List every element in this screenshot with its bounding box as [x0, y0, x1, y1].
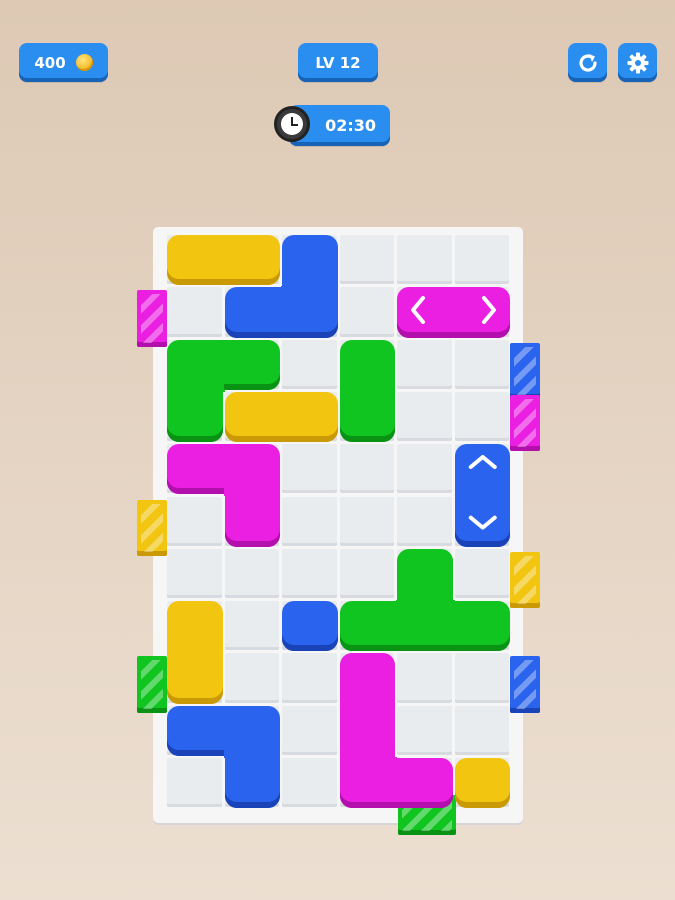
exit-gate-yellow: [510, 551, 540, 609]
piece-green-t-block[interactable]: [396, 600, 455, 652]
board-cell: [282, 548, 337, 599]
piece-green-vertical-block[interactable]: [339, 390, 395, 443]
piece-blue-corner-bottom-block[interactable]: [167, 705, 225, 756]
piece-green-t-block[interactable]: [339, 601, 397, 652]
piece-green-t-block[interactable]: [397, 548, 453, 602]
move-arrows-vertical: [468, 455, 497, 530]
board-cell: [339, 496, 394, 546]
level-label: LV 12: [315, 53, 361, 72]
board-cell: [339, 444, 394, 494]
board-cell: [454, 653, 509, 703]
piece-green-corner-left-block[interactable]: [167, 390, 223, 443]
board-cell: [397, 653, 452, 703]
arrow-down-icon: [468, 515, 497, 530]
board-cell: [454, 339, 509, 389]
coin-count: 400: [34, 53, 66, 72]
board-cell: [224, 653, 279, 703]
piece-blue-corner-top-block[interactable]: [281, 286, 338, 338]
piece-green-corner-left-block[interactable]: [223, 339, 280, 390]
piece-yellow-single-block[interactable]: [454, 758, 510, 809]
exit-gate-magenta: [510, 394, 540, 452]
board-cell: [397, 339, 452, 389]
piece-yellow-vertical-block[interactable]: [167, 601, 223, 654]
board-cell: [282, 496, 337, 546]
board-cell: [167, 758, 222, 808]
piece-magenta-l-block[interactable]: [339, 704, 395, 758]
piece-magenta-corner-block[interactable]: [224, 495, 280, 547]
piece-green-vertical-block[interactable]: [339, 339, 395, 392]
board-cell: [339, 287, 394, 337]
board-cell: [224, 548, 279, 599]
board-cell: [397, 496, 452, 546]
board-cell: [454, 548, 509, 599]
arrow-left-icon: [411, 296, 425, 325]
board-cell: [167, 548, 222, 599]
piece-blue-corner-bottom-block[interactable]: [223, 705, 280, 758]
piece-magenta-corner-block[interactable]: [167, 444, 225, 495]
board-cell: [454, 235, 509, 285]
clock-icon: [274, 106, 310, 142]
restart-button[interactable]: [568, 43, 607, 82]
move-arrows-horizontal: [411, 296, 496, 325]
board-cell: [282, 339, 337, 389]
settings-icon: [627, 52, 648, 73]
piece-yellow-bar-top-block[interactable]: [223, 235, 280, 286]
timer-value: 02:30: [325, 116, 376, 135]
board-cell: [282, 705, 337, 755]
board-cell: [339, 235, 394, 285]
board-cell: [224, 601, 279, 651]
piece-yellow-bar-middle-block[interactable]: [224, 391, 282, 443]
board-cell: [397, 444, 452, 494]
piece-magenta-l-block[interactable]: [339, 757, 397, 809]
piece-magenta-l-block[interactable]: [339, 653, 395, 706]
board-cell: [282, 653, 337, 703]
piece-blue-corner-top-block[interactable]: [282, 235, 338, 288]
piece-blue-corner-top-block[interactable]: [224, 287, 282, 338]
piece-blue-single-block[interactable]: [282, 601, 338, 652]
exit-gate-blue: [510, 342, 540, 399]
settings-button[interactable]: [618, 43, 657, 82]
board-cell: [397, 391, 452, 442]
board-cell: [282, 444, 337, 494]
exit-gate-yellow: [137, 499, 167, 556]
restart-icon: [578, 53, 597, 72]
arrow-up-icon: [468, 455, 497, 470]
piece-magenta-l-block[interactable]: [396, 758, 453, 809]
board-cell: [397, 705, 452, 755]
piece-yellow-vertical-block[interactable]: [167, 652, 223, 704]
piece-green-t-block[interactable]: [453, 601, 510, 652]
piece-yellow-bar-middle-block[interactable]: [281, 391, 338, 443]
piece-blue-corner-bottom-block[interactable]: [224, 757, 280, 809]
board-cell: [397, 235, 452, 285]
exit-gate-green: [137, 656, 167, 713]
board-cell: [282, 758, 337, 808]
board-cell: [454, 391, 509, 442]
board-cell: [339, 548, 394, 599]
board-cell: [167, 496, 222, 546]
level-indicator: LV 12: [298, 43, 378, 82]
exit-gate-magenta: [137, 290, 167, 347]
piece-green-corner-left-block[interactable]: [167, 339, 225, 392]
exit-gate-blue: [510, 656, 540, 713]
piece-magenta-corner-block[interactable]: [223, 444, 280, 497]
coin-icon: [75, 54, 93, 71]
board-cell: [167, 287, 222, 337]
arrow-right-icon: [482, 296, 496, 325]
piece-yellow-bar-top-block[interactable]: [167, 235, 225, 286]
coin-counter: 400: [19, 43, 108, 82]
board-cell: [454, 705, 509, 755]
